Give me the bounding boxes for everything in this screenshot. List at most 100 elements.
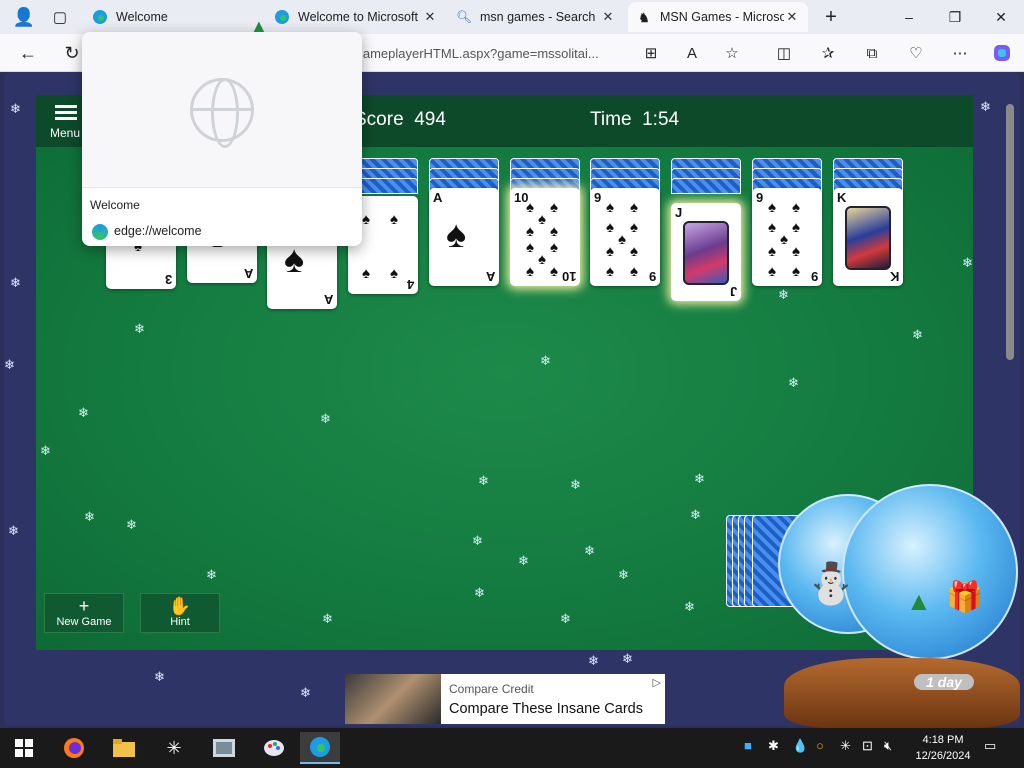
ad-choices-icon[interactable]: ▷ [653, 676, 661, 689]
tray-volume-icon[interactable]: 🔇︎ [884, 738, 892, 754]
card-rank: J [675, 205, 683, 220]
favorites-icon[interactable]: ✰ [814, 39, 842, 67]
plus-icon: + [78, 596, 90, 616]
spade-icon: ♠ [768, 243, 776, 260]
tab-label: Welcome to Microsoft [298, 10, 418, 24]
collections-icon[interactable]: ⧉ [858, 39, 886, 67]
snow-globe-front [842, 484, 1018, 660]
tray-bluetooth-icon[interactable]: ✱ [768, 738, 779, 754]
card-rank: A [433, 190, 443, 205]
spade-icon: ♠ [362, 211, 370, 228]
paint-app-icon[interactable] [254, 732, 294, 764]
spade-icon: ♠ [606, 199, 614, 216]
back-icon[interactable]: ← [14, 39, 42, 67]
new-game-button[interactable]: + New Game [44, 593, 124, 633]
edge-taskbar-icon[interactable] [300, 732, 340, 764]
taskbar: ✳ ■ ✱ 💧 ○ ✳ ⊡ 🔇︎ 4:18 PM 12/26/2024 ▭ [0, 728, 1024, 768]
ad-title[interactable]: Compare These Insane Cards [449, 701, 643, 717]
new-tab-button[interactable]: + [808, 0, 854, 34]
close-icon[interactable]: ✕ [422, 9, 438, 25]
profile-icon[interactable]: 👤 [10, 3, 38, 31]
card-9-spades[interactable]: 9 ♠ ♠ ♠ ♠ ♠ ♠ ♠ ♠ ♠ 9 [590, 188, 660, 286]
clock-date: 12/26/2024 [915, 750, 971, 762]
hint-label: Hint [170, 616, 190, 628]
tray-app-icon[interactable]: ■ [744, 738, 752, 753]
firefox-icon[interactable] [54, 732, 94, 764]
advertisement[interactable]: Compare Credit Compare These Insane Card… [345, 674, 665, 724]
hamburger-icon [55, 105, 77, 108]
tray-network-icon[interactable]: ⊡ [862, 738, 873, 754]
spade-icon: ♠ [526, 223, 534, 240]
snow-globe-widget[interactable]: ⛄ 🎁 ▲ 1 day [776, 410, 1024, 728]
file-explorer-icon[interactable] [104, 732, 144, 764]
card-9-spades[interactable]: 9 ♠ ♠ ♠ ♠ ♠ ♠ ♠ ♠ ♠ 9 [752, 188, 822, 286]
snowflake-icon: ❄ [588, 653, 599, 668]
performance-icon[interactable]: ♡ [902, 39, 930, 67]
snowflake-icon: ❄ [540, 353, 551, 368]
notification-icon[interactable]: ▭ [984, 738, 996, 754]
tab-msn-games-search[interactable]: 🔍︎ msn games - Search ✕ [448, 2, 624, 32]
globe-label: 1 day [914, 674, 974, 690]
tray-search-icon[interactable]: ○ [816, 738, 824, 753]
clock-time: 4:18 PM [922, 734, 964, 746]
spade-icon: ♠ [768, 219, 776, 236]
tab-msn-games[interactable]: ♞ MSN Games - Microso ✕ [628, 2, 808, 32]
spade-icon: ♠ [780, 231, 788, 248]
preview-thumbnail [82, 32, 362, 188]
card-king-spades[interactable]: K K [833, 188, 903, 286]
spade-icon: ♠ [550, 199, 558, 216]
tab-actions-icon[interactable]: ▢ [46, 3, 74, 31]
king-figure-icon [845, 206, 891, 270]
snowflake-icon: ❄ [8, 523, 19, 538]
sparkle-app-icon[interactable]: ✳ [154, 732, 194, 764]
ad-image [345, 674, 441, 724]
snowflake-icon: ❄ [962, 255, 973, 270]
snowman-icon: ⛄ [806, 562, 856, 606]
spade-icon: ♠ [284, 239, 305, 281]
snowflake-icon: ❄ [300, 685, 311, 700]
minimize-button[interactable]: – [886, 0, 932, 34]
card-rank: 4 [406, 277, 414, 292]
copilot-icon[interactable] [988, 39, 1016, 67]
close-icon[interactable]: ✕ [784, 9, 800, 25]
spade-icon: ♠ [792, 199, 800, 216]
tab-welcome-to-microsoft[interactable]: Welcome to Microsoft ✕ [266, 2, 446, 32]
spade-icon: ♠ [390, 265, 398, 282]
snowflake-icon: ❄ [10, 101, 21, 116]
card-jack-spades[interactable]: J J [671, 203, 741, 301]
spade-icon: ♠ [538, 211, 546, 228]
system-clock[interactable]: 4:18 PM 12/26/2024 [908, 732, 978, 764]
snowflake-icon: ❄ [126, 517, 137, 532]
snowflake-icon: ❄ [134, 321, 145, 336]
snowflake-icon: ❄ [690, 507, 701, 522]
favorite-star-icon[interactable]: ☆ [718, 39, 746, 67]
image-app-icon[interactable] [204, 732, 244, 764]
score-display: Score 494 [354, 109, 446, 131]
start-button[interactable] [4, 732, 44, 764]
score-value: 494 [414, 109, 446, 130]
snowflake-icon: ❄ [622, 651, 633, 666]
card-rank: 9 [594, 190, 602, 205]
snowflake-icon: ❄ [584, 543, 595, 558]
card-rank: A [323, 292, 333, 307]
close-window-button[interactable]: ✕ [978, 0, 1024, 34]
tree-icon: ▲ [906, 586, 932, 616]
card-rank: A [485, 269, 495, 284]
page-scrollbar[interactable] [1006, 104, 1014, 360]
tray-drop-icon[interactable]: 💧 [792, 738, 808, 754]
tray-sparkle-icon[interactable]: ✳ [840, 738, 851, 754]
tab-strip: 👤 ▢ Welcome Welcome to Microsoft ✕ 🔍︎ ms… [0, 0, 1024, 34]
read-aloud-icon[interactable]: A [678, 39, 706, 67]
close-icon[interactable]: ✕ [600, 9, 616, 25]
app-available-icon[interactable]: ⊞ [637, 39, 665, 67]
card-10-spades[interactable]: 10 ♠ ♠ ♠ ♠ ♠ ♠ ♠ ♠ ♠ ♠ 10 [510, 188, 580, 286]
tab-hover-preview: Welcome edge://welcome [82, 32, 362, 246]
split-screen-icon[interactable]: ◫ [770, 39, 798, 67]
tab-welcome[interactable]: Welcome [84, 2, 262, 32]
hint-button[interactable]: ✋ Hint [140, 593, 220, 633]
time-label: Time [590, 109, 632, 130]
card-ace-spades[interactable]: A ♠ A [429, 188, 499, 286]
more-options-icon[interactable]: ⋯ [946, 39, 974, 67]
maximize-button[interactable]: ❐ [932, 0, 978, 34]
card-rank: K [889, 269, 899, 284]
